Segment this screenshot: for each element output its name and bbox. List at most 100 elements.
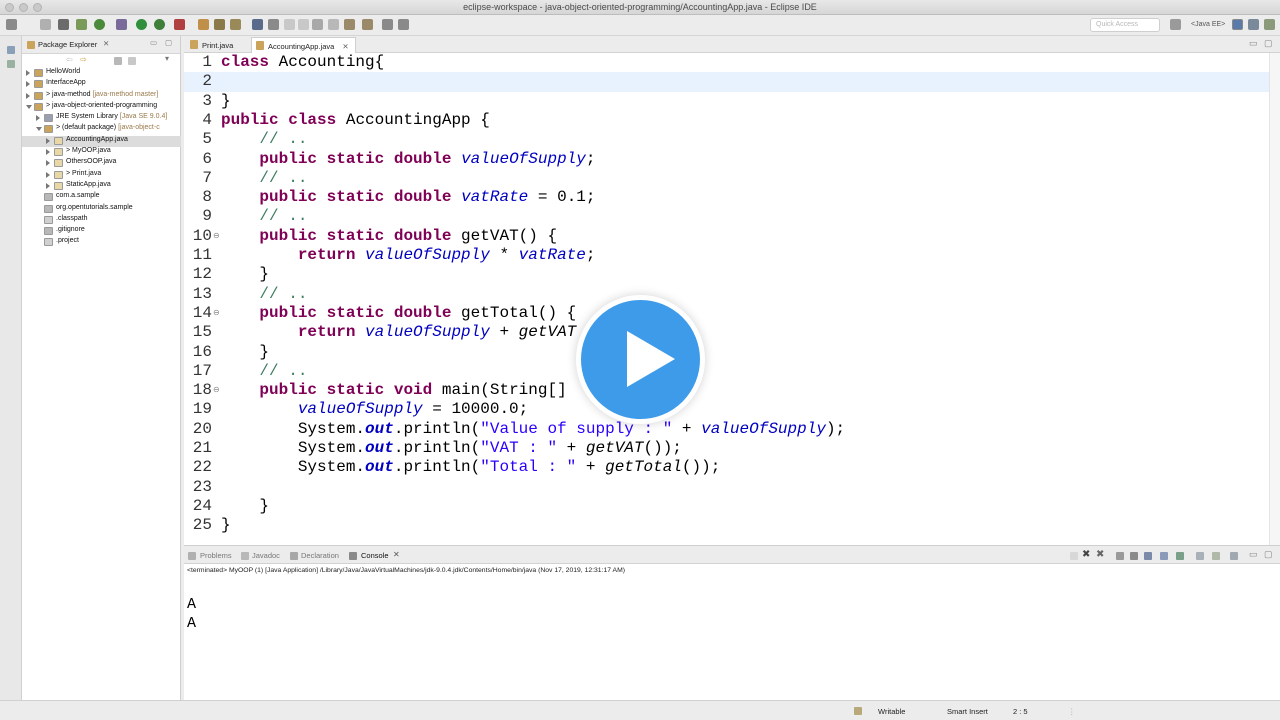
debug-perspective-icon[interactable] xyxy=(1248,19,1259,30)
edit-icon[interactable] xyxy=(268,19,279,30)
scroll-lock-icon[interactable] xyxy=(1130,552,1138,560)
display-console-icon[interactable] xyxy=(1196,552,1204,560)
build-icon[interactable] xyxy=(58,19,69,30)
code-line[interactable]: 4 public class AccountingApp { xyxy=(184,111,1269,130)
chevron-down-icon[interactable] xyxy=(26,104,32,109)
open-task-icon[interactable] xyxy=(214,19,225,30)
code-line[interactable]: 19 valueOfSupply = 10000.0; xyxy=(184,400,1269,419)
code-line[interactable]: 6 public static double valueOfSupply; xyxy=(184,150,1269,169)
minimized-view-icon[interactable] xyxy=(7,60,15,68)
external-tools-icon[interactable] xyxy=(174,19,185,30)
code-line[interactable]: 12 } xyxy=(184,265,1269,284)
chevron-right-icon[interactable] xyxy=(26,70,30,76)
fold-toggle-icon[interactable]: ⊖ xyxy=(213,231,220,240)
tree-item[interactable]: .project xyxy=(22,237,181,248)
chevron-right-icon[interactable] xyxy=(46,149,50,156)
tab-declaration[interactable]: Declaration xyxy=(301,551,339,560)
maximize-icon[interactable]: ▢ xyxy=(1264,549,1273,560)
tree-item[interactable]: AccountingApp.java xyxy=(22,135,181,148)
code-line[interactable]: 25} xyxy=(184,516,1269,535)
tree-item[interactable]: > java-object-oriented-programming xyxy=(22,102,181,113)
minimize-icon[interactable]: ▭ xyxy=(1249,38,1258,49)
open-type-icon[interactable] xyxy=(198,19,209,30)
debug-icon[interactable] xyxy=(116,19,127,30)
open-console-icon[interactable] xyxy=(1212,552,1220,560)
code-line[interactable]: 22 System.out.println("Total : " + getTo… xyxy=(184,458,1269,477)
annotation-icon[interactable] xyxy=(252,19,263,30)
package-explorer-title[interactable]: Package Explorer xyxy=(38,40,97,49)
word-wrap-icon[interactable] xyxy=(1144,552,1152,560)
tree-item[interactable]: org.opentutorials.sample xyxy=(22,204,181,215)
restore-icon[interactable] xyxy=(7,46,15,54)
tree-item[interactable]: JRE System Library [Java SE 9.0.4] xyxy=(22,113,181,124)
new-java-icon[interactable] xyxy=(94,19,105,30)
tab-print-java[interactable]: Print.java xyxy=(186,37,239,53)
fold-toggle-icon[interactable]: ⊖ xyxy=(213,385,220,394)
code-line[interactable]: 24 } xyxy=(184,497,1269,516)
chevron-down-icon[interactable] xyxy=(36,127,42,132)
remove-all-icon[interactable]: ✖ xyxy=(1096,549,1104,560)
tab-console[interactable]: Console xyxy=(361,551,389,560)
code-line[interactable]: 3} xyxy=(184,92,1269,111)
save-icon[interactable] xyxy=(40,19,51,30)
view-menu-icon[interactable]: ▾ xyxy=(165,54,169,63)
tab-javadoc[interactable]: Javadoc xyxy=(252,551,280,560)
tab-problems[interactable]: Problems xyxy=(200,551,232,560)
tree-item[interactable]: > Print.java xyxy=(22,170,181,181)
open-perspective-icon[interactable] xyxy=(1170,19,1181,30)
code-line[interactable]: 13 // .. xyxy=(184,285,1269,304)
terminate-icon[interactable] xyxy=(1070,552,1078,560)
editor-scrollbar[interactable] xyxy=(1269,53,1280,545)
tab-accountingapp-java[interactable]: AccountingApp.java ✕ xyxy=(251,37,356,53)
close-icon[interactable]: ✕ xyxy=(393,550,400,559)
chevron-right-icon[interactable] xyxy=(46,182,50,189)
fold-toggle-icon[interactable]: ⊖ xyxy=(213,308,220,317)
previous-annotation-icon[interactable] xyxy=(362,19,373,30)
link-with-editor-icon[interactable] xyxy=(128,57,136,65)
pin-icon[interactable] xyxy=(328,19,339,30)
tree-item[interactable]: InterfaceApp xyxy=(22,79,181,90)
close-icon[interactable]: ✕ xyxy=(342,42,348,51)
code-line[interactable]: 18 ⊖ public static void main(String[] xyxy=(184,381,1269,400)
quick-access-input[interactable]: Quick Access xyxy=(1090,18,1160,32)
remove-launch-icon[interactable]: ✖ xyxy=(1082,549,1090,560)
code-line[interactable]: 15 return valueOfSupply + getVAT xyxy=(184,323,1269,342)
chevron-right-icon[interactable] xyxy=(46,137,50,144)
tree-item[interactable]: > (default package) [java-object-c xyxy=(22,124,181,135)
search-icon[interactable] xyxy=(230,19,241,30)
next-annotation-icon[interactable] xyxy=(344,19,355,30)
code-line[interactable]: 23 xyxy=(184,478,1269,497)
block-select-icon[interactable] xyxy=(298,19,309,30)
new-console-icon[interactable] xyxy=(1230,552,1238,560)
tree-item[interactable]: > java-method [java-method master] xyxy=(22,91,181,102)
chevron-right-icon[interactable] xyxy=(26,81,30,88)
java-perspective-icon[interactable] xyxy=(1232,19,1243,30)
git-perspective-icon[interactable] xyxy=(1264,19,1275,30)
code-line[interactable]: 21 System.out.println("VAT : " + getVAT(… xyxy=(184,439,1269,458)
code-line[interactable]: 5 // .. xyxy=(184,130,1269,149)
tree-item[interactable]: .classpath xyxy=(22,215,181,226)
code-line[interactable]: 2 xyxy=(184,72,1269,92)
chevron-right-icon[interactable] xyxy=(46,160,50,167)
show-console-icon[interactable] xyxy=(1160,552,1168,560)
code-line[interactable]: 8 public static double vatRate = 0.1; xyxy=(184,188,1269,207)
close-icon[interactable]: ✕ xyxy=(103,39,109,48)
minimize-icon[interactable]: ▭ xyxy=(150,38,157,47)
forward-icon[interactable] xyxy=(398,19,409,30)
video-play-button[interactable] xyxy=(576,295,705,424)
minimize-icon[interactable]: ▭ xyxy=(1249,549,1258,560)
run-icon[interactable] xyxy=(136,19,147,30)
tree-item[interactable]: HelloWorld xyxy=(22,68,181,79)
code-line[interactable]: 1 class Accounting{ xyxy=(184,53,1269,72)
back-icon[interactable] xyxy=(382,19,393,30)
chevron-right-icon[interactable] xyxy=(36,115,40,122)
code-line[interactable]: 11 return valueOfSupply * vatRate; xyxy=(184,246,1269,265)
chevron-right-icon[interactable] xyxy=(46,171,50,178)
code-line[interactable]: 16 } xyxy=(184,343,1269,362)
tree-item[interactable]: .gitignore xyxy=(22,226,181,237)
code-line[interactable]: 20 System.out.println("Value of supply :… xyxy=(184,420,1269,439)
clear-console-icon[interactable] xyxy=(1116,552,1124,560)
code-line[interactable]: 17 // .. xyxy=(184,362,1269,381)
chevron-right-icon[interactable] xyxy=(26,92,30,99)
build-all-icon[interactable] xyxy=(76,19,87,30)
